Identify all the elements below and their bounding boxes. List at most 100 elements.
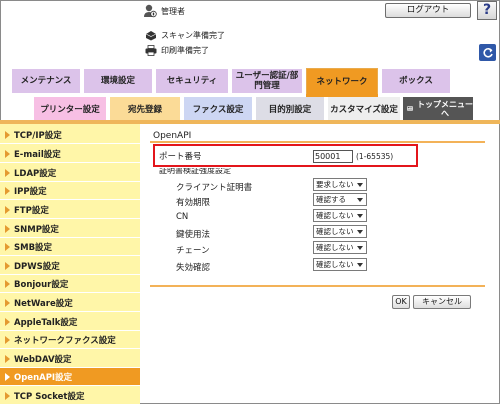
sidebar-item-label: OpenAPI設定 [14,372,73,383]
print-status: 印刷準備完了 [145,43,209,57]
refresh-icon [482,47,493,58]
cn-select[interactable]: 確認しない [313,209,367,222]
tab-printer-settings[interactable]: プリンター設定 [34,97,106,120]
chain-select[interactable]: 確認しない [313,241,367,254]
sidebar-item-network-fax[interactable]: ネットワークファクス設定 [0,331,140,349]
arrow-icon [5,169,10,177]
tab-label: トップメニュー へ [417,99,473,118]
sidebar-item-webdav[interactable]: WebDAV設定 [0,350,140,368]
arrow-icon [5,392,10,400]
arrow-icon [5,225,10,233]
title-divider [150,141,485,143]
arrow-icon [5,373,10,381]
tab-label: プリンター設定 [40,104,100,115]
ok-button[interactable]: OK [392,295,410,309]
sidebar-item-dpws[interactable]: DPWS設定 [0,257,140,275]
arrow-icon [5,150,10,158]
select-value: 確認する [316,195,346,204]
setting-label: 有効期限 [176,198,211,208]
chevron-down-icon [357,182,363,187]
sidebar-item-label: ネットワークファクス設定 [14,335,116,346]
top-menu-button[interactable]: トップメニュー へ [403,97,473,120]
tab-label: ネットワーク [316,76,368,87]
tab-customize-settings[interactable]: カスタマイズ設定 [328,97,400,120]
sidebar-item-tcpip[interactable]: TCP/IP設定 [0,126,140,144]
sidebar-item-bonjour[interactable]: Bonjour設定 [0,275,140,293]
tab-user-auth[interactable]: ユーザー認証/部 門管理 [232,69,302,93]
sidebar-item-label: DPWS設定 [14,261,60,272]
sidebar-item-label: SNMP設定 [14,224,59,235]
select-value: 確認しない [316,243,354,252]
bottom-divider [150,285,485,287]
select-value: 要求しない [316,180,354,189]
sidebar-item-netware[interactable]: NetWare設定 [0,294,140,312]
revocation-select[interactable]: 確認しない [313,258,367,271]
tab-fax-settings[interactable]: ファクス設定 [184,97,252,120]
tab-network[interactable]: ネットワーク [306,68,378,94]
expiry-select[interactable]: 確認する [313,193,367,206]
sidebar-item-openapi[interactable]: OpenAPI設定 [0,368,140,386]
arrow-icon [5,280,10,288]
arrow-icon [5,299,10,307]
tab-maintenance[interactable]: メンテナンス [12,69,80,93]
help-button[interactable]: ? [477,1,497,20]
sidebar-item-ftp[interactable]: FTP設定 [0,201,140,219]
arrow-icon [5,355,10,363]
setting-label: クライアント証明書 [176,183,253,193]
arrow-icon [5,336,10,344]
cancel-button[interactable]: キャンセル [413,295,471,309]
scanner-icon [145,30,157,40]
client-cert-select[interactable]: 要求しない [313,178,367,191]
tab-address-book[interactable]: 宛先登録 [110,97,180,120]
chevron-down-icon [357,197,363,202]
top-menu-icon [407,106,413,111]
sidebar-item-ipp[interactable]: IPP設定 [0,182,140,200]
tab-purpose-settings[interactable]: 目的別設定 [256,97,324,120]
user-icon [144,4,157,18]
setting-label: CN [176,212,189,222]
arrow-icon [5,318,10,326]
tab-label: セキュリティ [166,76,218,86]
arrow-icon [5,243,10,251]
tab-box[interactable]: ボックス [382,69,450,93]
chevron-down-icon [357,213,363,218]
port-label: ポート番号 [159,152,202,162]
tab-label: ユーザー認証/部 門管理 [235,71,299,91]
arrow-icon [5,187,10,195]
sidebar-item-ldap[interactable]: LDAP設定 [0,164,140,182]
select-value: 確認しない [316,227,354,236]
key-usage-select[interactable]: 確認しない [313,225,367,238]
sidebar-item-email[interactable]: E-mail設定 [0,145,140,163]
sidebar-item-label: IPP設定 [14,186,47,197]
arrow-icon [5,131,10,139]
sidebar-item-label: LDAP設定 [14,168,57,179]
sidebar-item-label: TCP Socket設定 [14,391,85,402]
tab-label: カスタマイズ設定 [330,104,398,115]
port-input[interactable]: 50001 [313,150,353,163]
sidebar-item-smb[interactable]: SMB設定 [0,238,140,256]
refresh-button[interactable] [479,44,496,61]
tab-environment[interactable]: 環境設定 [84,69,152,93]
arrow-icon [5,206,10,214]
chevron-down-icon [357,245,363,250]
page-title: OpenAPI [153,131,192,141]
select-value: 確認しない [316,260,354,269]
sidebar-item-label: E-mail設定 [14,149,61,160]
sidebar-item-label: NetWare設定 [14,298,73,309]
tab-label: 宛先登録 [127,104,162,115]
tab-label: 目的別設定 [268,104,312,115]
sidebar: TCP/IP設定 E-mail設定 LDAP設定 IPP設定 FTP設定 SNM… [0,124,140,404]
tab-security[interactable]: セキュリティ [156,69,228,93]
logout-button[interactable]: ログアウト [385,3,471,18]
sidebar-item-label: Bonjour設定 [14,279,69,290]
sidebar-item-tcp-socket[interactable]: TCP Socket設定 [0,387,140,404]
tab-label: ファクス設定 [192,104,244,115]
sidebar-item-label: TCP/IP設定 [14,130,62,141]
sidebar-item-appletalk[interactable]: AppleTalk設定 [0,313,140,331]
sidebar-item-label: WebDAV設定 [14,354,72,365]
sidebar-item-snmp[interactable]: SNMP設定 [0,220,140,238]
setting-label: 鍵使用法 [176,230,211,240]
tab-label: メンテナンス [20,76,72,86]
scan-status-text: スキャン準備完了 [161,30,225,40]
sidebar-item-label: SMB設定 [14,242,53,253]
